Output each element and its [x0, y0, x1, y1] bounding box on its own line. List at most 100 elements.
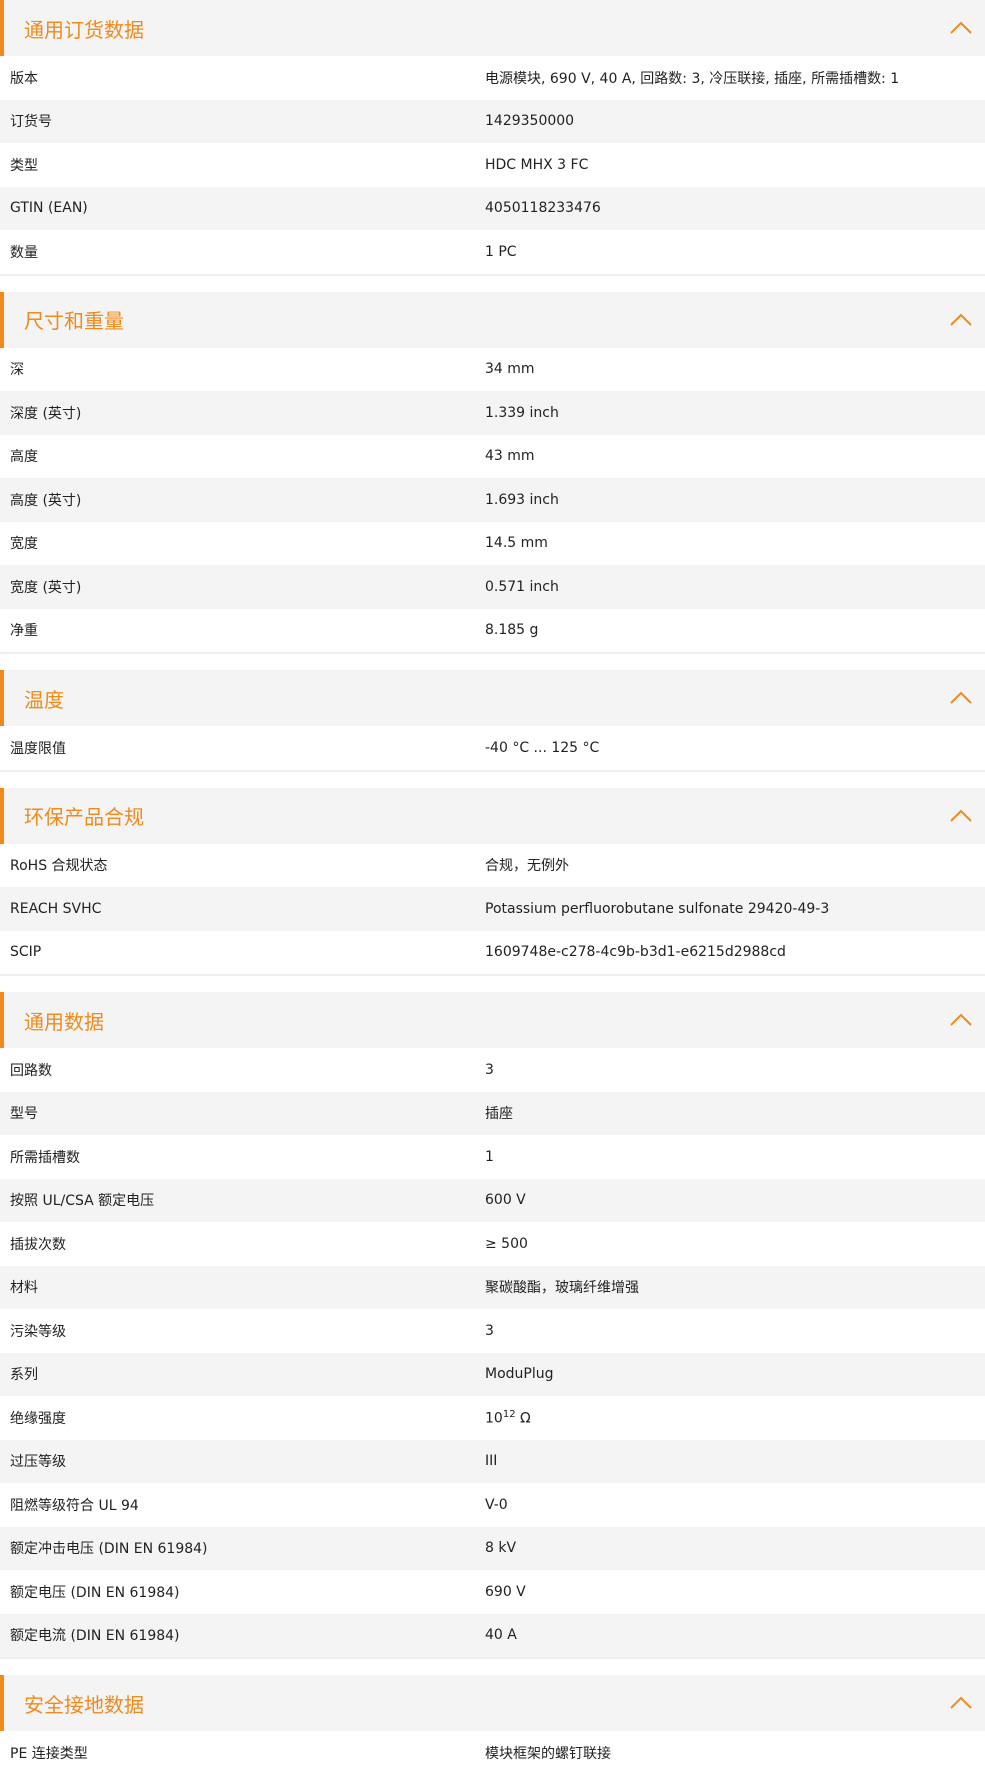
spec-row: 额定电压 (DIN EN 61984) 690 V	[0, 1570, 985, 1614]
spec-rows: 回路数 3 型号 插座 所需插槽数 1 按照 UL/CSA 额定电压 600 V 插拔次数 ≥ 5…	[0, 1048, 985, 1657]
spec-value: 43 mm	[485, 448, 535, 465]
spec-label: 所需插槽数	[10, 1149, 80, 1166]
spec-value: 1.339 inch	[485, 404, 559, 421]
spec-value: III	[485, 1453, 498, 1470]
chevron-up-icon[interactable]	[949, 1695, 973, 1711]
section-title: 环保产品合规	[24, 805, 144, 829]
section-divider	[0, 974, 985, 976]
spec-value: Potassium perfluorobutane sulfonate 2942…	[485, 900, 830, 917]
spec-rows: 版本 电源模块, 690 V, 40 A, 回路数: 3, 冷压联接, 插座, 所…	[0, 56, 985, 274]
spec-section: 安全接地数据 PE 连接类型 模块框架的螺钉联接	[0, 1675, 985, 1775]
spec-row: PE 连接类型 模块框架的螺钉联接	[0, 1731, 985, 1775]
spec-value: 0.571 inch	[485, 578, 559, 595]
spec-row: 高度 (英寸) 1.693 inch	[0, 478, 985, 522]
section-header[interactable]: 尺寸和重量	[0, 291, 985, 348]
spec-row: 深 34 mm	[0, 347, 985, 391]
section-divider	[0, 652, 985, 654]
spec-row: GTIN (EAN) 4050118233476	[0, 186, 985, 230]
section-title: 温度	[24, 687, 64, 712]
chevron-up-icon[interactable]	[949, 808, 973, 824]
spec-value: V-0	[485, 1496, 508, 1513]
spec-value: 3	[485, 1322, 494, 1339]
spec-section: 通用订货数据版本 电源模块, 690 V, 40 A, 回路数: 3, 冷压联接,…	[0, 0, 985, 276]
spec-label: 材料	[10, 1280, 38, 1297]
spec-label: 回路数	[10, 1062, 52, 1079]
spec-row: 系列 ModuPlug	[0, 1352, 985, 1396]
chevron-up-icon[interactable]	[949, 20, 973, 36]
spec-row: 类型 HDC MHX 3 FC	[0, 143, 985, 187]
spec-row: 额定冲击电压 (DIN EN 61984) 8 kV	[0, 1526, 985, 1570]
spec-value: 3	[485, 1061, 494, 1078]
spec-value: 模块框架的螺钉联接	[485, 1745, 611, 1762]
spec-row: RoHS 合规状态 合规，无例外	[0, 843, 985, 887]
chevron-up-icon[interactable]	[949, 690, 973, 706]
spec-value: 1 PC	[485, 243, 517, 260]
spec-label: 版本	[10, 70, 38, 87]
spec-row: 阻燃等级符合 UL 94 V-0	[0, 1483, 985, 1527]
section-title: 安全接地数据	[24, 1692, 144, 1717]
section-title: 尺寸和重量	[24, 309, 124, 333]
spec-value: 1	[485, 1148, 494, 1165]
spec-row: REACH SVHC Potassium perfluorobutane sulf…	[0, 887, 985, 931]
chevron-up-icon[interactable]	[949, 312, 973, 328]
spec-row: 回路数 3	[0, 1048, 985, 1092]
section-divider	[0, 1657, 985, 1659]
spec-label: 宽度	[10, 536, 38, 553]
section-title: 通用数据	[24, 1009, 104, 1034]
section-header[interactable]: 安全接地数据	[0, 1675, 985, 1731]
spec-label: 额定冲击电压 (DIN EN 61984)	[10, 1541, 208, 1558]
spec-value-exponent: 12	[502, 1408, 516, 1420]
spec-row: 所需插槽数 1	[0, 1135, 985, 1179]
spec-row: 净重 8.185 g	[0, 608, 985, 652]
product-spec-page: 通用订货数据版本 电源模块, 690 V, 40 A, 回路数: 3, 冷压联接,…	[0, 0, 985, 1775]
section-header[interactable]: 通用数据	[0, 992, 985, 1048]
spec-row: 插拔次数 ≥ 500	[0, 1222, 985, 1266]
spec-row: 宽度 (英寸) 0.571 inch	[0, 565, 985, 609]
spec-label: RoHS 合规状态	[10, 858, 108, 875]
spec-value: HDC MHX 3 FC	[485, 156, 589, 173]
spec-label: 高度	[10, 449, 38, 466]
spec-label: 高度 (英寸)	[10, 492, 82, 509]
spec-label: 系列	[10, 1367, 38, 1384]
spec-value: 1609748e-c278-4c9b-b3d1-e6215d2988cd	[485, 944, 786, 961]
spec-value: 1429350000	[485, 113, 575, 130]
spec-value: 690 V	[485, 1583, 526, 1600]
spec-value: 8 kV	[485, 1540, 517, 1557]
section-header[interactable]: 环保产品合规	[0, 787, 985, 844]
spec-row: 按照 UL/CSA 额定电压 600 V	[0, 1178, 985, 1222]
spec-value: 1012 Ω	[475, 1409, 985, 1427]
spec-row: 订货号 1429350000	[0, 99, 985, 143]
spec-label: 插拔次数	[10, 1236, 66, 1253]
spec-value: 40 A	[485, 1627, 517, 1644]
spec-value: 4050118233476	[485, 200, 601, 217]
spec-value: 14.5 mm	[485, 535, 548, 552]
spec-row: 污染等级 3	[0, 1309, 985, 1353]
spec-label: 温度限值	[10, 740, 66, 757]
spec-row: 温度限值 -40 °C ... 125 °C	[0, 726, 985, 770]
spec-row: 高度 43 mm	[0, 434, 985, 478]
spec-label: 按照 UL/CSA 额定电压	[10, 1193, 155, 1210]
spec-label: 宽度 (英寸)	[10, 579, 82, 596]
spec-value: -40 °C ... 125 °C	[485, 739, 600, 756]
spec-label: REACH SVHC	[10, 900, 102, 917]
spec-label: 阻燃等级符合 UL 94	[10, 1497, 139, 1514]
chevron-up-icon[interactable]	[949, 1012, 973, 1028]
spec-row: 深度 (英寸) 1.339 inch	[0, 391, 985, 435]
spec-label: 类型	[10, 157, 38, 174]
spec-label: 数量	[10, 244, 38, 261]
spec-label: GTIN (EAN)	[10, 200, 88, 217]
section-header[interactable]: 通用订货数据	[0, 0, 985, 56]
spec-row: 材料 聚碳酸酯，玻璃纤维增强	[0, 1265, 985, 1309]
spec-value: 8.185 g	[485, 622, 539, 639]
section-divider	[0, 273, 985, 276]
spec-section: 通用数据 回路数 3 型号 插座 所需插槽数 1 按照 UL/CSA 额定电压 600 V 插拔次…	[0, 992, 985, 1659]
spec-value: 电源模块, 690 V, 40 A, 回路数: 3, 冷压联接, 插座, 所需插…	[485, 70, 900, 87]
spec-value: 合规，无例外	[485, 858, 569, 875]
spec-value-base: 10	[485, 1410, 503, 1427]
section-header[interactable]: 温度	[0, 670, 985, 726]
spec-label: 型号	[10, 1106, 38, 1123]
spec-value: 34 mm	[485, 361, 535, 378]
section-title: 通用订货数据	[24, 17, 144, 42]
spec-value: 1.693 inch	[485, 491, 559, 508]
spec-label: 深度 (英寸)	[10, 405, 82, 422]
